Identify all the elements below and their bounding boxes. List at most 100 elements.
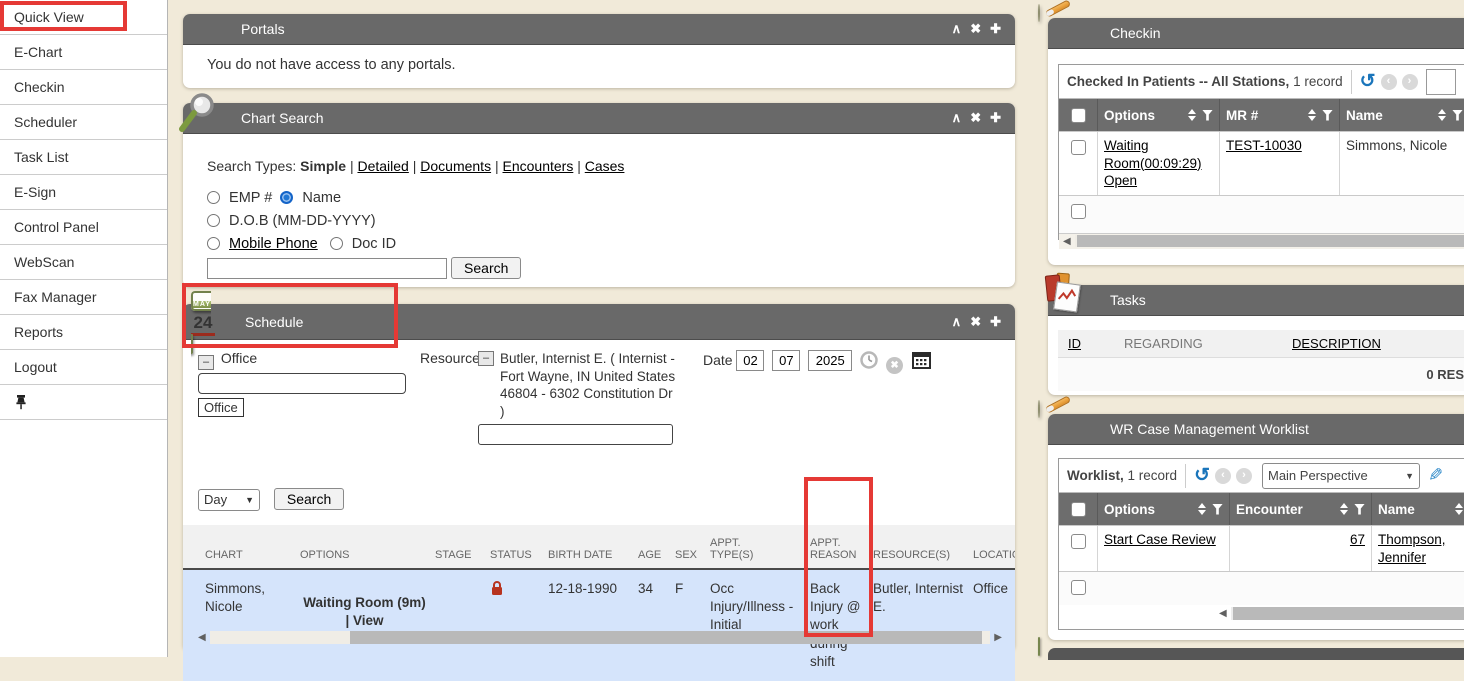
appt-view-link[interactable]: | View (345, 613, 383, 628)
waiting-room-link[interactable]: Waiting Room(00:09:29) (1104, 138, 1202, 171)
checkin-scroll-thumb[interactable] (1077, 235, 1464, 247)
refresh-icon[interactable]: ↺ (1194, 466, 1210, 485)
sidebar-item-reports[interactable]: Reports (0, 315, 167, 350)
checkin-panel-header: Checkin (1048, 18, 1464, 49)
office-collapse-box[interactable]: – (198, 355, 214, 370)
chart-search-move-icon[interactable]: ✚ (990, 110, 1001, 126)
next-page-icon[interactable]: › (1402, 74, 1418, 90)
portals-move-icon[interactable]: ✚ (990, 21, 1001, 37)
schedule-panel: MAY 24 Schedule ∧ ✖ ✚ – Office Office Re… (183, 304, 1015, 651)
search-type-detailed[interactable]: Detailed (357, 158, 408, 174)
search-type-documents[interactable]: Documents (420, 158, 491, 174)
sort-icon[interactable] (1302, 109, 1316, 121)
sort-icon[interactable] (1449, 503, 1463, 515)
dob-radio[interactable] (207, 214, 220, 227)
filter-icon[interactable] (1322, 110, 1333, 121)
date-day-input[interactable] (772, 350, 800, 371)
select-all-checkbox[interactable] (1071, 502, 1086, 517)
tasks-results-count: 0 RES (1058, 357, 1464, 391)
sidebar-item-webscan[interactable]: WebScan (0, 245, 167, 280)
filter-icon[interactable] (1452, 110, 1463, 121)
scroll-right-icon[interactable]: ▶ (990, 632, 1002, 643)
portals-close-icon[interactable]: ✖ (970, 21, 981, 37)
encounter-link[interactable]: 67 (1350, 532, 1365, 547)
sidebar-item-e-sign[interactable]: E-Sign (0, 175, 167, 210)
clear-date-icon[interactable]: ✖ (886, 357, 903, 374)
row-checkbox[interactable] (1071, 534, 1086, 549)
date-month-input[interactable] (736, 350, 764, 371)
schedule-collapse-icon[interactable]: ∧ (952, 314, 962, 330)
date-picker-icon[interactable] (912, 352, 931, 372)
sidebar-item-task-list[interactable]: Task List (0, 140, 167, 175)
scroll-left-icon[interactable]: ◀ (1219, 608, 1231, 619)
checkin-empty-row (1059, 195, 1464, 233)
sort-icon[interactable] (1182, 109, 1196, 121)
sidebar-item-e-chart[interactable]: E-Chart (0, 35, 167, 70)
select-all-checkbox[interactable] (1071, 108, 1086, 123)
search-type-cases[interactable]: Cases (585, 158, 625, 174)
sort-icon[interactable] (1432, 109, 1446, 121)
schedule-search-button[interactable]: Search (274, 488, 344, 510)
next-page-icon[interactable]: › (1236, 468, 1252, 484)
sidebar-item-logout[interactable]: Logout (0, 350, 167, 385)
chart-search-close-icon[interactable]: ✖ (970, 110, 981, 126)
search-type-simple[interactable]: Simple (300, 158, 346, 174)
resource-input[interactable] (478, 424, 673, 445)
mobile-phone-radio[interactable] (207, 237, 220, 250)
emp-radio[interactable] (207, 191, 220, 204)
appt-waiting-room-status: Waiting Room (9m) (303, 595, 426, 610)
scroll-left-icon[interactable]: ◀ (198, 632, 210, 643)
row-checkbox[interactable] (1071, 580, 1086, 595)
portals-panel: Portals ∧ ✖ ✚ You do not have access to … (183, 14, 1015, 88)
chart-search-input[interactable] (207, 258, 447, 279)
office-input[interactable] (198, 373, 406, 394)
sidebar-item-fax-manager[interactable]: Fax Manager (0, 280, 167, 315)
appt-sex: F (675, 580, 710, 671)
chart-search-collapse-icon[interactable]: ∧ (952, 110, 962, 126)
start-case-review-link[interactable]: Start Case Review (1104, 532, 1216, 547)
schedule-scroll-thumb[interactable] (350, 631, 982, 644)
sidebar-item-checkin[interactable]: Checkin (0, 70, 167, 105)
tasks-col-description[interactable]: DESCRIPTION (1292, 336, 1381, 351)
open-link[interactable]: Open (1104, 173, 1137, 188)
row-checkbox[interactable] (1071, 204, 1086, 219)
edit-perspective-icon[interactable]: ✎ (1428, 465, 1443, 486)
filter-icon[interactable] (1212, 504, 1223, 515)
worklist-scroll-thumb[interactable] (1233, 607, 1464, 620)
sidebar-pin-toggle[interactable] (0, 385, 167, 420)
tasks-col-id[interactable]: ID (1068, 336, 1124, 351)
filter-icon[interactable] (1354, 504, 1365, 515)
filter-icon[interactable] (1202, 110, 1213, 121)
view-mode-select[interactable]: Day ▼ (198, 489, 260, 511)
row-checkbox[interactable] (1071, 140, 1086, 155)
portals-collapse-icon[interactable]: ∧ (952, 21, 962, 37)
schedule-close-icon[interactable]: ✖ (970, 314, 981, 330)
prev-page-icon[interactable]: ‹ (1381, 74, 1397, 90)
sidebar-item-control-panel[interactable]: Control Panel (0, 210, 167, 245)
schedule-panel-header: MAY 24 Schedule ∧ ✖ ✚ (183, 304, 1015, 340)
perspective-select-cut[interactable] (1426, 69, 1456, 95)
view-mode-value: Day (204, 492, 227, 507)
sidebar-item-quick-view[interactable]: Quick View (0, 0, 167, 35)
prev-page-icon[interactable]: ‹ (1215, 468, 1231, 484)
mr-number-link[interactable]: TEST-10030 (1226, 138, 1302, 153)
sort-icon[interactable] (1334, 503, 1348, 515)
search-type-encounters[interactable]: Encounters (503, 158, 574, 174)
chart-search-button[interactable]: Search (451, 257, 521, 279)
col-age: AGE (638, 549, 675, 561)
scroll-left-icon[interactable]: ◀ (1063, 236, 1075, 247)
refresh-icon[interactable]: ↺ (1360, 72, 1376, 91)
time-icon[interactable] (860, 351, 878, 372)
schedule-move-icon[interactable]: ✚ (990, 314, 1001, 330)
chart-search-panel-header: Chart Search ∧ ✖ ✚ (183, 103, 1015, 134)
sort-icon[interactable] (1192, 503, 1206, 515)
perspective-select[interactable]: Main Perspective ▼ (1262, 463, 1420, 489)
name-radio[interactable] (280, 191, 293, 204)
sidebar-item-scheduler[interactable]: Scheduler (0, 105, 167, 140)
mobile-phone-radio-label[interactable]: Mobile Phone (229, 236, 318, 252)
resource-collapse-box[interactable]: – (478, 351, 494, 366)
date-year-input[interactable] (808, 350, 852, 371)
doc-id-radio[interactable] (330, 237, 343, 250)
tasks-panel-title: Tasks (1110, 292, 1146, 308)
worklist-patient-link[interactable]: Thompson, Jennifer (1378, 532, 1446, 565)
